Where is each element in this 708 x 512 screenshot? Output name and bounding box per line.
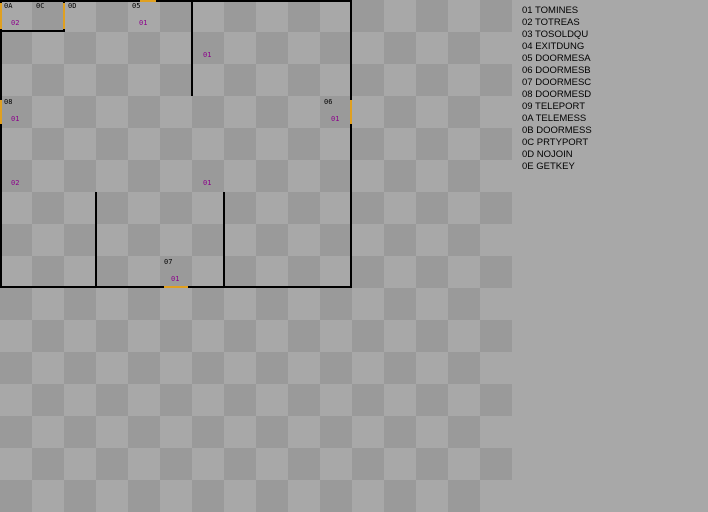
door-06[interactable] <box>350 100 352 124</box>
legend-item[interactable]: 0E GETKEY <box>522 161 592 173</box>
tile-code-07[interactable]: 07 <box>164 258 172 266</box>
tile-count: 01 <box>203 179 212 187</box>
legend-item[interactable]: 06 DOORMESB <box>522 65 592 77</box>
legend-item[interactable]: 07 DOORMESC <box>522 77 592 89</box>
tile-count: 02 <box>11 19 20 27</box>
legend-item[interactable]: 0A TELEMESS <box>522 113 592 125</box>
tile-count: 01 <box>171 275 180 283</box>
wall-small-room-bottom <box>0 30 64 32</box>
legend-item[interactable]: 09 TELEPORT <box>522 101 592 113</box>
tile-count: 01 <box>331 115 340 123</box>
wall-top <box>0 0 352 2</box>
legend-item[interactable]: 05 DOORMESA <box>522 53 592 65</box>
tile-code-06[interactable]: 06 <box>324 98 332 106</box>
door-05[interactable] <box>140 0 156 2</box>
tile-code-0D[interactable]: 0D <box>68 2 76 10</box>
door-0A[interactable] <box>0 3 2 29</box>
legend-item[interactable]: 0B DOORMESS <box>522 125 592 137</box>
legend-item[interactable]: 04 EXITDUNG <box>522 41 592 53</box>
legend-item[interactable]: 01 TOMINES <box>522 5 592 17</box>
wall-left <box>0 0 2 288</box>
tile-count: 02 <box>11 179 20 187</box>
tile-code-05[interactable]: 05 <box>132 2 140 10</box>
legend-item[interactable]: 0C PRTYPORT <box>522 137 592 149</box>
legend-item[interactable]: 08 DOORMESD <box>522 89 592 101</box>
tile-code-0A[interactable]: 0A <box>4 2 12 10</box>
tile-code-08[interactable]: 08 <box>4 98 12 106</box>
wall-bottom-divider-left <box>95 192 97 288</box>
legend-item[interactable]: 03 TOSOLDQU <box>522 29 592 41</box>
map-editor: 0A 0C 0D 05 08 06 07 02 01 01 01 01 02 0… <box>0 0 708 512</box>
tile-count: 01 <box>11 115 20 123</box>
door-0D[interactable] <box>63 3 65 29</box>
event-legend: 01 TOMINES 02 TOTREAS 03 TOSOLDQU 04 EXI… <box>522 5 592 173</box>
door-08[interactable] <box>0 100 2 124</box>
door-07[interactable] <box>164 286 188 288</box>
tile-count: 01 <box>139 19 148 27</box>
wall-bottom-divider-right <box>223 192 225 288</box>
wall-top-divider <box>191 0 193 96</box>
legend-item[interactable]: 0D NOJOIN <box>522 149 592 161</box>
map-grid[interactable]: 0A 0C 0D 05 08 06 07 02 01 01 01 01 02 0… <box>0 0 512 512</box>
wall-right <box>350 0 352 288</box>
tile-code-0C[interactable]: 0C <box>36 2 44 10</box>
tile-count: 01 <box>203 51 212 59</box>
legend-item[interactable]: 02 TOTREAS <box>522 17 592 29</box>
